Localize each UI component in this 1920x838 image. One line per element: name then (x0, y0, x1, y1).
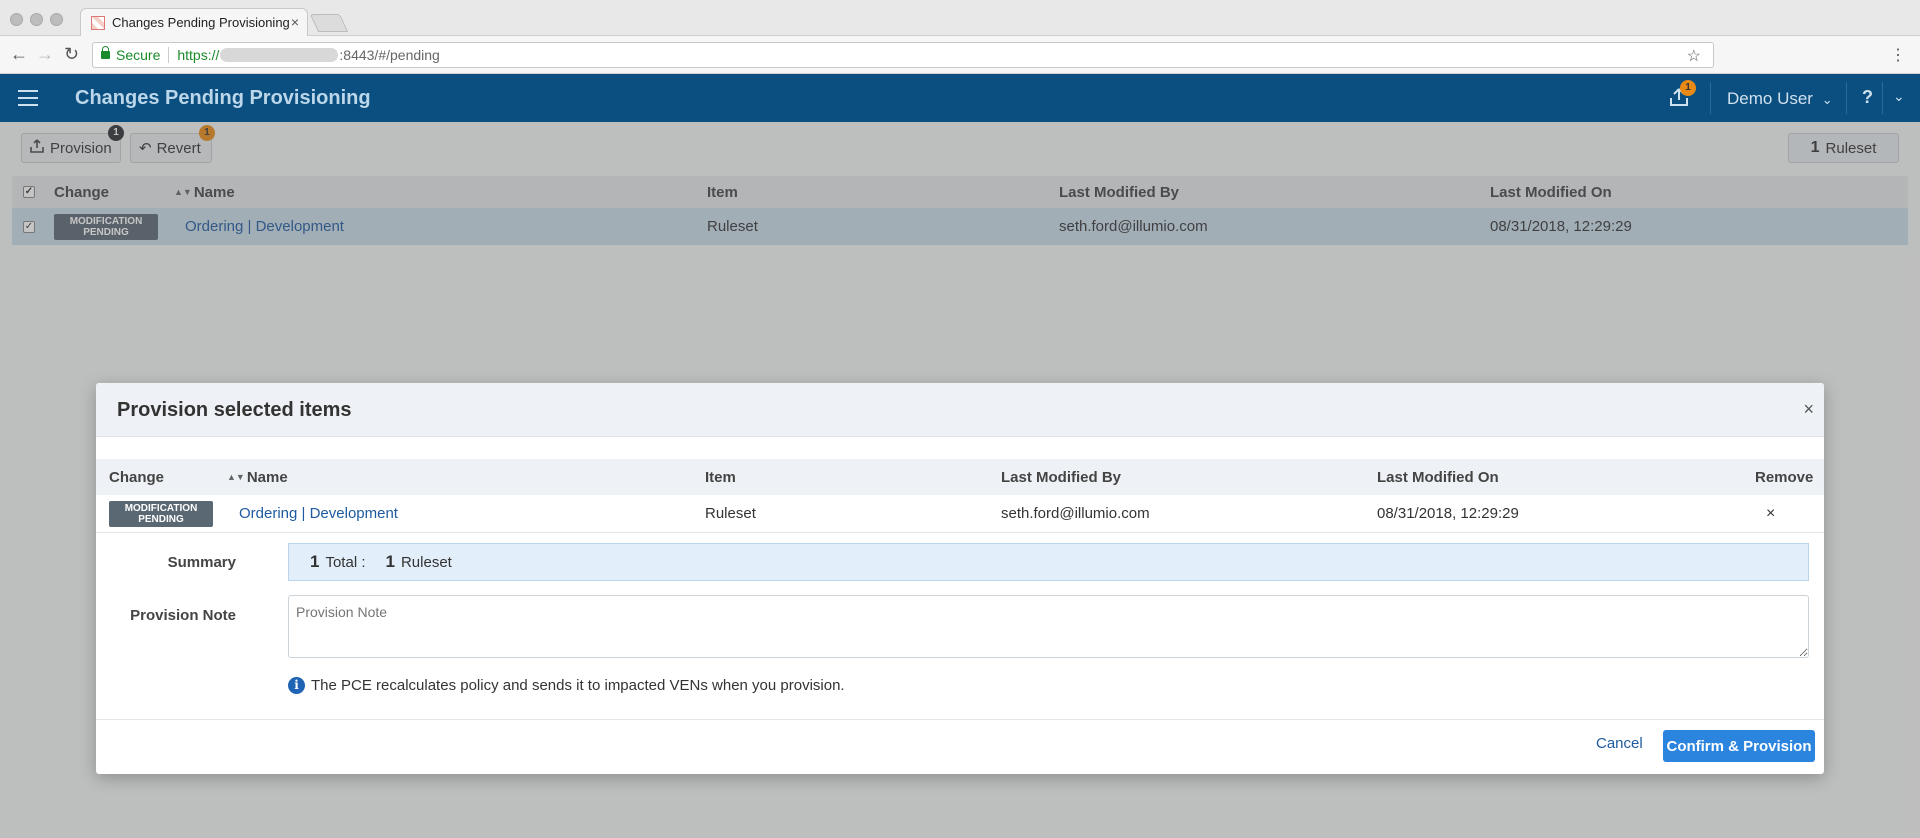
item-cell: Ruleset (705, 505, 756, 522)
hamburger-menu-icon[interactable] (18, 90, 38, 106)
forward-arrow-icon[interactable]: → (36, 44, 54, 65)
column-header-item[interactable]: Item (705, 459, 736, 495)
dialog-title: Provision selected items (117, 399, 352, 421)
info-text: The PCE recalculates policy and sends it… (311, 677, 845, 694)
modified-on-cell: 08/31/2018, 12:29:29 (1377, 505, 1519, 522)
chevron-down-icon[interactable]: ⌄ (1893, 88, 1905, 105)
secure-label: Secure (116, 47, 161, 63)
dialog-table-header: Change ▲▼ Name Item Last Modified By Last… (96, 459, 1824, 495)
url-path: :8443/#/pending (339, 47, 440, 63)
provision-note-field[interactable] (288, 595, 1809, 658)
lock-icon (101, 46, 110, 59)
summary-label: Summary (167, 554, 236, 571)
summary-total-count: 1 (310, 552, 320, 571)
app-header: Changes Pending Provisioning 1 Demo User… (0, 74, 1920, 122)
sort-icon: ▲▼ (227, 472, 245, 482)
column-header-modified-by[interactable]: Last Modified By (1001, 459, 1121, 495)
browser-tab-bar: Changes Pending Provisioning × (0, 0, 1920, 36)
browser-tab[interactable]: Changes Pending Provisioning × (80, 8, 308, 36)
window-zoom-control[interactable] (50, 13, 63, 26)
ruleset-link[interactable]: Ordering | Development (239, 495, 398, 532)
dialog-footer: Cancel Confirm & Provision (96, 719, 1824, 774)
user-name: Demo User (1727, 89, 1813, 108)
close-icon[interactable]: × (1803, 399, 1814, 420)
cancel-button[interactable]: Cancel (1596, 735, 1643, 752)
new-tab-button[interactable] (309, 14, 349, 32)
column-header-modified-on[interactable]: Last Modified On (1377, 459, 1499, 495)
user-menu[interactable]: Demo User ⌄ (1727, 89, 1833, 109)
column-header-remove: Remove (1755, 468, 1814, 486)
browser-menu-icon[interactable]: ⋮ (1890, 45, 1906, 65)
column-header-name[interactable]: ▲▼ Name (227, 459, 288, 495)
info-message: i The PCE recalculates policy and sends … (288, 677, 845, 694)
status-badge: MODIFICATION PENDING (109, 500, 213, 527)
confirm-provision-button[interactable]: Confirm & Provision (1663, 730, 1815, 762)
table-row: MODIFICATION PENDING Ordering | Developm… (96, 495, 1824, 533)
url-field[interactable]: Secure https:// :8443/#/pending ☆ (92, 42, 1714, 68)
column-header-change[interactable]: Change (109, 459, 164, 495)
browser-tab-title: Changes Pending Provisioning (112, 15, 290, 30)
dialog-header: Provision selected items × (96, 383, 1824, 437)
provision-upload-icon[interactable]: 1 (1668, 80, 1696, 110)
redacted-host (220, 48, 339, 62)
summary-box: 1 Total : 1 Ruleset (288, 543, 1809, 581)
window-minimize-control[interactable] (30, 13, 43, 26)
page-title: Changes Pending Provisioning (75, 87, 371, 109)
bookmark-star-icon[interactable]: ☆ (1687, 46, 1701, 66)
tab-close-icon[interactable]: × (291, 14, 299, 30)
provision-count-badge: 1 (1680, 80, 1696, 96)
modified-by-cell: seth.ford@illumio.com (1001, 505, 1150, 522)
remove-icon[interactable]: × (1766, 495, 1775, 532)
info-icon: i (288, 677, 305, 694)
provision-note-label: Provision Note (130, 607, 236, 624)
favicon-icon (91, 15, 105, 30)
help-icon[interactable]: ? (1862, 87, 1873, 108)
window-close-control[interactable] (10, 13, 23, 26)
provision-dialog: Provision selected items × Change ▲▼ Name… (96, 383, 1824, 774)
summary-ruleset-count: 1 (385, 552, 395, 571)
browser-address-bar: ← → ↻ Secure https:// :8443/#/pending ☆ … (0, 36, 1920, 74)
back-arrow-icon[interactable]: ← (10, 44, 28, 65)
summary-ruleset-label: Ruleset (400, 553, 452, 571)
reload-icon[interactable]: ↻ (64, 44, 79, 65)
url-scheme: https:// (177, 47, 220, 63)
chevron-down-icon: ⌄ (1821, 92, 1833, 107)
summary-total-label: Total : (325, 553, 366, 571)
